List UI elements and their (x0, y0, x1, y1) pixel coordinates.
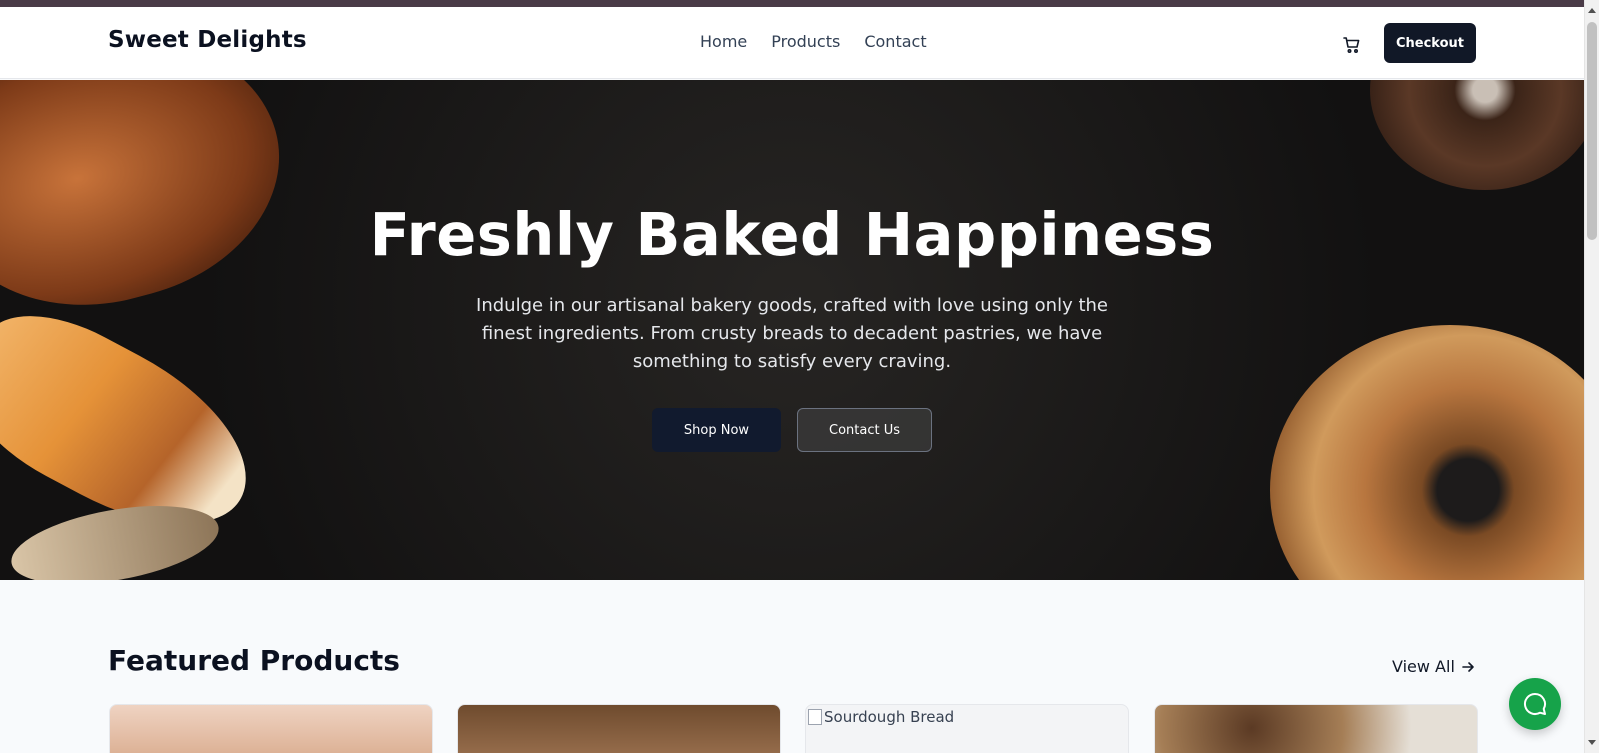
top-accent-strip (0, 0, 1584, 7)
nav-link-products[interactable]: Products (771, 32, 840, 51)
hero-subtitle: Indulge in our artisanal bakery goods, c… (476, 295, 1108, 372)
hero-title: Freshly Baked Happiness (369, 200, 1215, 269)
nav-links: Home Products Contact (700, 32, 927, 51)
broken-image-icon (808, 709, 822, 725)
product-card[interactable] (109, 704, 433, 753)
vertical-scrollbar[interactable] (1584, 0, 1599, 753)
hero-section: Freshly Baked Happiness Indulge in our a… (0, 80, 1584, 580)
scrollbar-thumb[interactable] (1587, 22, 1597, 240)
arrow-right-icon (1462, 661, 1474, 672)
view-all-link[interactable]: View All (1392, 657, 1475, 676)
shop-now-button[interactable]: Shop Now (652, 408, 781, 452)
product-card[interactable] (457, 704, 781, 753)
hero-content: Freshly Baked Happiness Indulge in our a… (0, 80, 1584, 580)
checkout-button[interactable]: Checkout (1384, 23, 1476, 63)
product-image: Sourdough Bread (806, 705, 1128, 729)
nav-link-home[interactable]: Home (700, 32, 747, 51)
chat-bubble-icon (1523, 692, 1546, 715)
scroll-down-arrow-icon[interactable] (1588, 740, 1596, 745)
featured-products-title: Featured Products (108, 644, 400, 677)
product-card[interactable]: Sourdough Bread (805, 704, 1129, 753)
chat-button[interactable] (1509, 678, 1561, 730)
scroll-up-arrow-icon[interactable] (1588, 8, 1596, 13)
product-image-alt: Sourdough Bread (824, 708, 955, 726)
view-all-label: View All (1392, 657, 1455, 676)
product-card[interactable] (1154, 704, 1478, 753)
brand-logo[interactable]: Sweet Delights (108, 27, 307, 53)
hero-buttons: Shop Now Contact Us (652, 408, 932, 452)
navbar: Sweet Delights Home Products Contact Che… (0, 7, 1584, 79)
nav-link-contact[interactable]: Contact (864, 32, 926, 51)
contact-us-button[interactable]: Contact Us (797, 408, 932, 452)
shopping-cart-icon[interactable] (1342, 35, 1362, 55)
